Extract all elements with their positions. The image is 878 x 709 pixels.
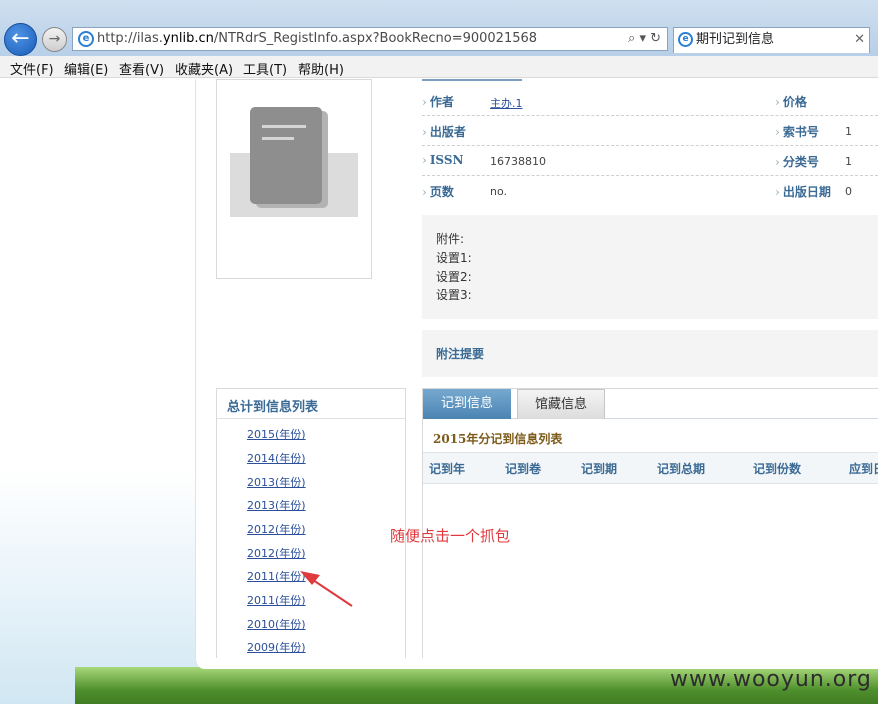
setting2-label: 设置2: — [436, 270, 472, 284]
book-icon — [250, 107, 322, 204]
label-issn: ISSN — [422, 153, 464, 167]
col-volume: 记到卷 — [505, 462, 542, 476]
address-bar[interactable]: e http://ilas.ynlib.cn/NTRdrS_RegistInfo… — [72, 27, 668, 51]
menu-bar: 文件(F) 编辑(E) 查看(V) 收藏夹(A) 工具(T) 帮助(H) — [0, 56, 878, 78]
top-edge-line — [422, 79, 522, 81]
notes-label: 附注提要 — [436, 347, 485, 361]
browser-chrome: ← → e http://ilas.ynlib.cn/NTRdrS_Regist… — [0, 0, 878, 56]
label-pub-date: 出版日期 — [775, 183, 831, 200]
year-link-2015[interactable]: 2015(年份) — [247, 426, 306, 442]
tab-holdings-info[interactable]: 馆藏信息 — [517, 389, 605, 419]
col-total-issue: 记到总期 — [657, 462, 706, 476]
attachment-label: 附件: — [436, 232, 465, 246]
url-prefix: http://ilas. — [97, 31, 163, 46]
forward-arrow-icon: → — [48, 31, 61, 47]
year-link-2013[interactable]: 2013(年份) — [247, 474, 306, 490]
year-link-2011[interactable]: 2011(年份) — [247, 568, 306, 584]
label-classification: 分类号 — [775, 153, 819, 170]
year-link-2011b[interactable]: 2011(年份) — [247, 592, 306, 608]
info-row-pages: 页数 no. 出版日期 0 — [422, 176, 878, 206]
tab-bar: 记到信息 馆藏信息 — [423, 389, 878, 419]
col-issue: 记到期 — [581, 462, 618, 476]
registration-tabs-panel: 记到信息 馆藏信息 2015年分记到信息列表 记到年 记到卷 记到期 记到总期 … — [422, 388, 878, 658]
tab-registration-info[interactable]: 记到信息 — [423, 389, 511, 419]
menu-help[interactable]: 帮助(H) — [298, 59, 344, 78]
tab-ie-icon: e — [678, 32, 693, 47]
forward-button[interactable]: → — [42, 27, 67, 52]
setting3-label: 设置3: — [436, 288, 472, 302]
watermark-text: www.wooyun.org — [670, 667, 872, 692]
year-list-header: 总计到信息列表 — [217, 389, 405, 419]
label-pages: 页数 — [422, 183, 454, 200]
label-publisher: 出版者 — [422, 123, 466, 140]
label-price: 价格 — [775, 93, 807, 110]
bottom-strip — [0, 704, 878, 709]
year-link-2009[interactable]: 2009(年份) — [247, 639, 306, 655]
year-link-2010[interactable]: 2010(年份) — [247, 616, 306, 632]
menu-edit[interactable]: 编辑(E) — [64, 59, 108, 78]
ie-logo-icon: e — [78, 31, 94, 47]
table-header: 记到年 记到卷 记到期 记到总期 记到份数 应到日 — [423, 452, 878, 484]
label-call-number: 索书号 — [775, 123, 819, 140]
col-due-date: 应到日 — [849, 462, 878, 476]
year-link-2013b[interactable]: 2013(年份) — [247, 497, 306, 513]
classification-value: 1 — [845, 155, 852, 168]
url-host: ynlib.cn — [162, 31, 214, 46]
year-link-2014[interactable]: 2014(年份) — [247, 450, 306, 466]
info-row-publisher: 出版者 索书号 1 — [422, 116, 878, 146]
page-viewport: 作者 主办.1 价格 出版者 索书号 1 ISSN 16738810 分类号 1… — [0, 79, 878, 709]
cover-image-placeholder — [216, 79, 372, 279]
back-button[interactable]: ← — [4, 23, 37, 56]
menu-view[interactable]: 查看(V) — [119, 59, 164, 78]
info-row-issn: ISSN 16738810 分类号 1 — [422, 146, 878, 176]
pages-value: no. — [490, 185, 508, 198]
notes-box: 附注提要 — [422, 330, 878, 377]
pub-date-value: 0 — [845, 185, 852, 198]
browser-tab[interactable]: e 期刊记到信息 ✕ — [673, 27, 870, 53]
year-link-2012b[interactable]: 2012(年份) — [247, 545, 306, 561]
col-year: 记到年 — [429, 462, 466, 476]
close-tab-icon[interactable]: ✕ — [854, 28, 865, 52]
year-list-panel: 总计到信息列表 2015(年份) 2014(年份) 2013(年份) 2013(… — [216, 388, 406, 658]
col-copies: 记到份数 — [753, 462, 802, 476]
annotation-text: 随便点击一个抓包 — [390, 527, 511, 545]
setting1-label: 设置1: — [436, 251, 472, 265]
year-link-2012[interactable]: 2012(年份) — [247, 521, 306, 537]
table-title: 2015年分记到信息列表 — [433, 432, 563, 446]
menu-file[interactable]: 文件(F) — [10, 59, 54, 78]
extra-info-box: 附件: 设置1: 设置2: 设置3: — [422, 215, 878, 319]
call-number-value: 1 — [845, 125, 852, 138]
menu-tools[interactable]: 工具(T) — [243, 59, 287, 78]
author-link[interactable]: 主办.1 — [490, 95, 523, 111]
label-author: 作者 — [422, 93, 454, 110]
search-refresh-icons[interactable]: ⌕ ▾ ↻ — [628, 28, 661, 50]
issn-value: 16738810 — [490, 155, 546, 168]
menu-favorites[interactable]: 收藏夹(A) — [175, 59, 233, 78]
info-row-author: 作者 主办.1 价格 — [422, 86, 878, 116]
tab-title: 期刊记到信息 — [696, 32, 775, 47]
back-arrow-icon: ← — [11, 26, 30, 51]
url-path: /NTRdrS_RegistInfo.aspx?BookRecno=900021… — [213, 31, 538, 46]
